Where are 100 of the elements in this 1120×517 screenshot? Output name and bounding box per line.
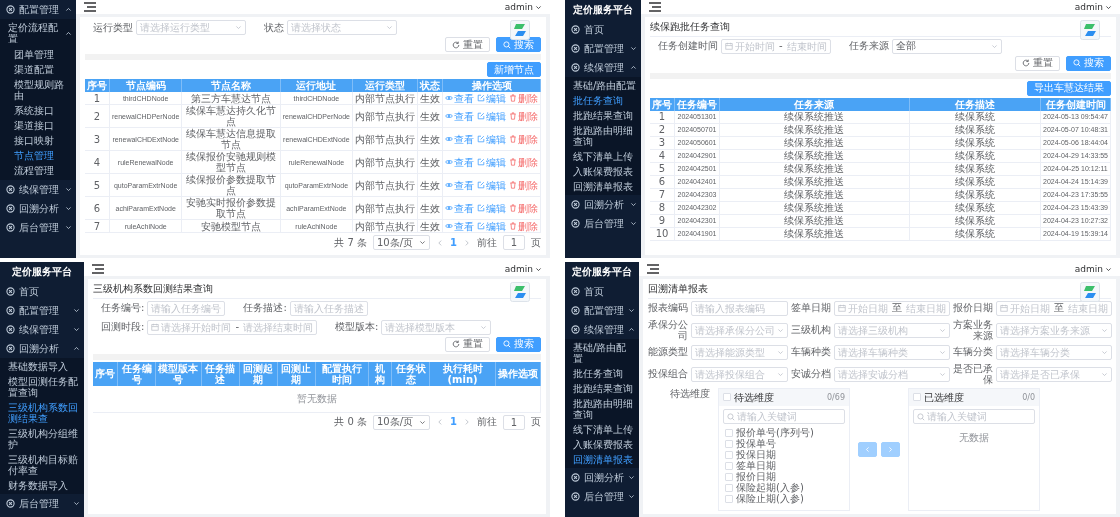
checkbox[interactable] xyxy=(725,439,733,448)
menu-item[interactable]: 接口映射 xyxy=(0,133,76,148)
menu-item[interactable]: 续保管理 xyxy=(565,57,641,77)
menu-item[interactable]: 模型回测任务配置查询 xyxy=(0,373,84,400)
menu-item[interactable]: 回溯分析 xyxy=(565,467,639,487)
menu-icon[interactable] xyxy=(92,264,104,274)
menu-item[interactable]: 续保管理 xyxy=(0,180,76,199)
menu-item[interactable]: 回溯分析 xyxy=(0,199,76,218)
chevron-down-icon xyxy=(990,42,998,50)
user-menu[interactable]: admin xyxy=(504,263,542,275)
empty-message: 暂无数据 xyxy=(93,385,541,412)
table-cell: 续保系统 xyxy=(909,201,1041,214)
column-header: 节点名称 xyxy=(181,79,281,92)
menu-item[interactable]: 续保管理 xyxy=(565,319,639,339)
menu-item[interactable]: 入账保费报表 xyxy=(565,436,639,452)
menu-item[interactable]: 基础/路由配置 xyxy=(565,339,639,366)
search-icon xyxy=(917,412,925,421)
chevron-down-icon xyxy=(419,239,427,246)
menu-item[interactable]: 模型规则路由 xyxy=(0,77,76,103)
checkbox[interactable] xyxy=(725,494,733,503)
menu-item[interactable]: 回溯分析 xyxy=(0,338,84,358)
checkbox[interactable] xyxy=(913,393,921,402)
menu-item[interactable]: 配置管理 xyxy=(0,0,76,19)
field-label: 报表编码 xyxy=(648,302,688,314)
search-icon xyxy=(727,412,735,421)
field-label: 车辆分类 xyxy=(953,346,993,358)
menu-item[interactable]: 配置管理 xyxy=(0,300,84,320)
menu-item[interactable]: 定价流程配置 xyxy=(0,20,76,46)
menu-item[interactable]: 基础数据导入 xyxy=(0,358,84,374)
menu-item[interactable]: 基础/路由配置 xyxy=(565,77,641,93)
menu-item[interactable]: 首页 xyxy=(565,19,641,39)
page-input[interactable]: 1 xyxy=(503,235,525,250)
reset-button[interactable]: 重置 xyxy=(445,336,490,352)
table-cell: 续保系统 xyxy=(909,175,1041,188)
next-page-icon[interactable] xyxy=(463,238,471,247)
checkbox[interactable] xyxy=(725,450,733,459)
table-cell: 7 xyxy=(85,219,110,233)
menu-item[interactable]: 批任务查询 xyxy=(565,92,641,108)
page-size-select[interactable]: 10条/页 xyxy=(372,414,431,430)
menu-icon[interactable] xyxy=(649,2,661,12)
checkbox[interactable] xyxy=(725,428,733,437)
menu-item[interactable]: 首页 xyxy=(565,281,639,301)
menu-item[interactable]: 节点管理 xyxy=(0,148,76,163)
menu-item[interactable]: 渠道配置 xyxy=(0,62,76,77)
reset-button[interactable]: 重置 xyxy=(445,37,490,52)
column-header: 任务来源 xyxy=(719,97,910,111)
menu-item[interactable]: 首页 xyxy=(0,281,84,301)
page-size-select[interactable]: 10条/页 xyxy=(372,235,431,250)
chevron-down-icon xyxy=(939,348,946,356)
menu-item[interactable]: 回溯清单报表 xyxy=(565,178,641,194)
menu-item[interactable]: 三级机构目标赔付率查 xyxy=(0,451,84,478)
checkbox[interactable] xyxy=(725,483,733,492)
page-title: 续保跑批任务查询 xyxy=(650,21,730,32)
menu-item[interactable]: 批跑路由明细查询 xyxy=(565,395,639,422)
next-page-icon[interactable] xyxy=(463,418,471,426)
user-menu[interactable]: admin xyxy=(1074,1,1112,13)
menu-item[interactable]: 配置管理 xyxy=(565,38,641,58)
select-field[interactable]: 全部 xyxy=(891,38,1002,54)
menu-icon[interactable] xyxy=(84,2,96,12)
menu-item[interactable]: 三级机构系数回测结果查 xyxy=(0,399,84,426)
menu-item[interactable]: 团单管理 xyxy=(0,47,76,62)
table-cell: 续保系统 xyxy=(909,214,1041,227)
menu-item[interactable]: 线下清单上传 xyxy=(565,421,639,437)
menu-item[interactable]: 回溯分析 xyxy=(565,194,641,214)
menu-item[interactable]: 后台管理 xyxy=(0,493,84,513)
range-separator: 至 xyxy=(891,302,903,314)
menu-item[interactable]: 流程管理 xyxy=(0,163,76,178)
checkbox[interactable] xyxy=(725,461,733,470)
menu-item[interactable]: 续保管理 xyxy=(0,319,84,339)
page-input[interactable]: 1 xyxy=(503,414,525,430)
menu-item[interactable]: 批跑结果查询 xyxy=(565,380,639,396)
menu-item[interactable]: 渠道接口 xyxy=(0,118,76,133)
checkbox[interactable] xyxy=(723,393,731,402)
menu-item[interactable]: 三级机构分组维护 xyxy=(0,425,84,452)
user-menu[interactable]: admin xyxy=(504,1,542,13)
user-menu[interactable]: admin xyxy=(1074,263,1112,275)
reset-button[interactable]: 重置 xyxy=(1015,55,1060,71)
menu-item[interactable]: 系统接口 xyxy=(0,103,76,118)
menu-item[interactable]: 配置管理 xyxy=(565,300,639,320)
menu-item[interactable]: 批跑结果查询 xyxy=(565,107,641,123)
menu-item[interactable]: 入账保费报表 xyxy=(565,163,641,179)
menu-item[interactable]: 财务数据导入 xyxy=(0,477,84,493)
menu-item[interactable]: 后台管理 xyxy=(565,486,639,506)
menu-icon[interactable] xyxy=(647,264,659,274)
column-header: 序号 xyxy=(93,361,118,386)
menu-item[interactable]: 后台管理 xyxy=(0,218,76,237)
menu-item[interactable]: 后台管理 xyxy=(565,213,641,233)
table-cell: 6 xyxy=(85,196,110,220)
field-label: 运行类型 xyxy=(93,21,133,34)
chevron-down-icon xyxy=(535,3,542,11)
menu-item[interactable]: 线下清单上传 xyxy=(565,148,641,164)
checkbox[interactable] xyxy=(725,472,733,481)
menu-item[interactable]: 批任务查询 xyxy=(565,365,639,381)
calendar-icon xyxy=(725,42,733,50)
circle-x-icon xyxy=(571,324,580,334)
menu-item[interactable]: 回溯清单报表 xyxy=(565,451,639,467)
field-label: 任务描述: xyxy=(243,302,287,314)
menu-item[interactable]: 批跑路由明细查询 xyxy=(565,122,641,149)
page-suffix: 页 xyxy=(531,236,541,249)
table-cell: 内部节点执行 xyxy=(352,92,418,105)
